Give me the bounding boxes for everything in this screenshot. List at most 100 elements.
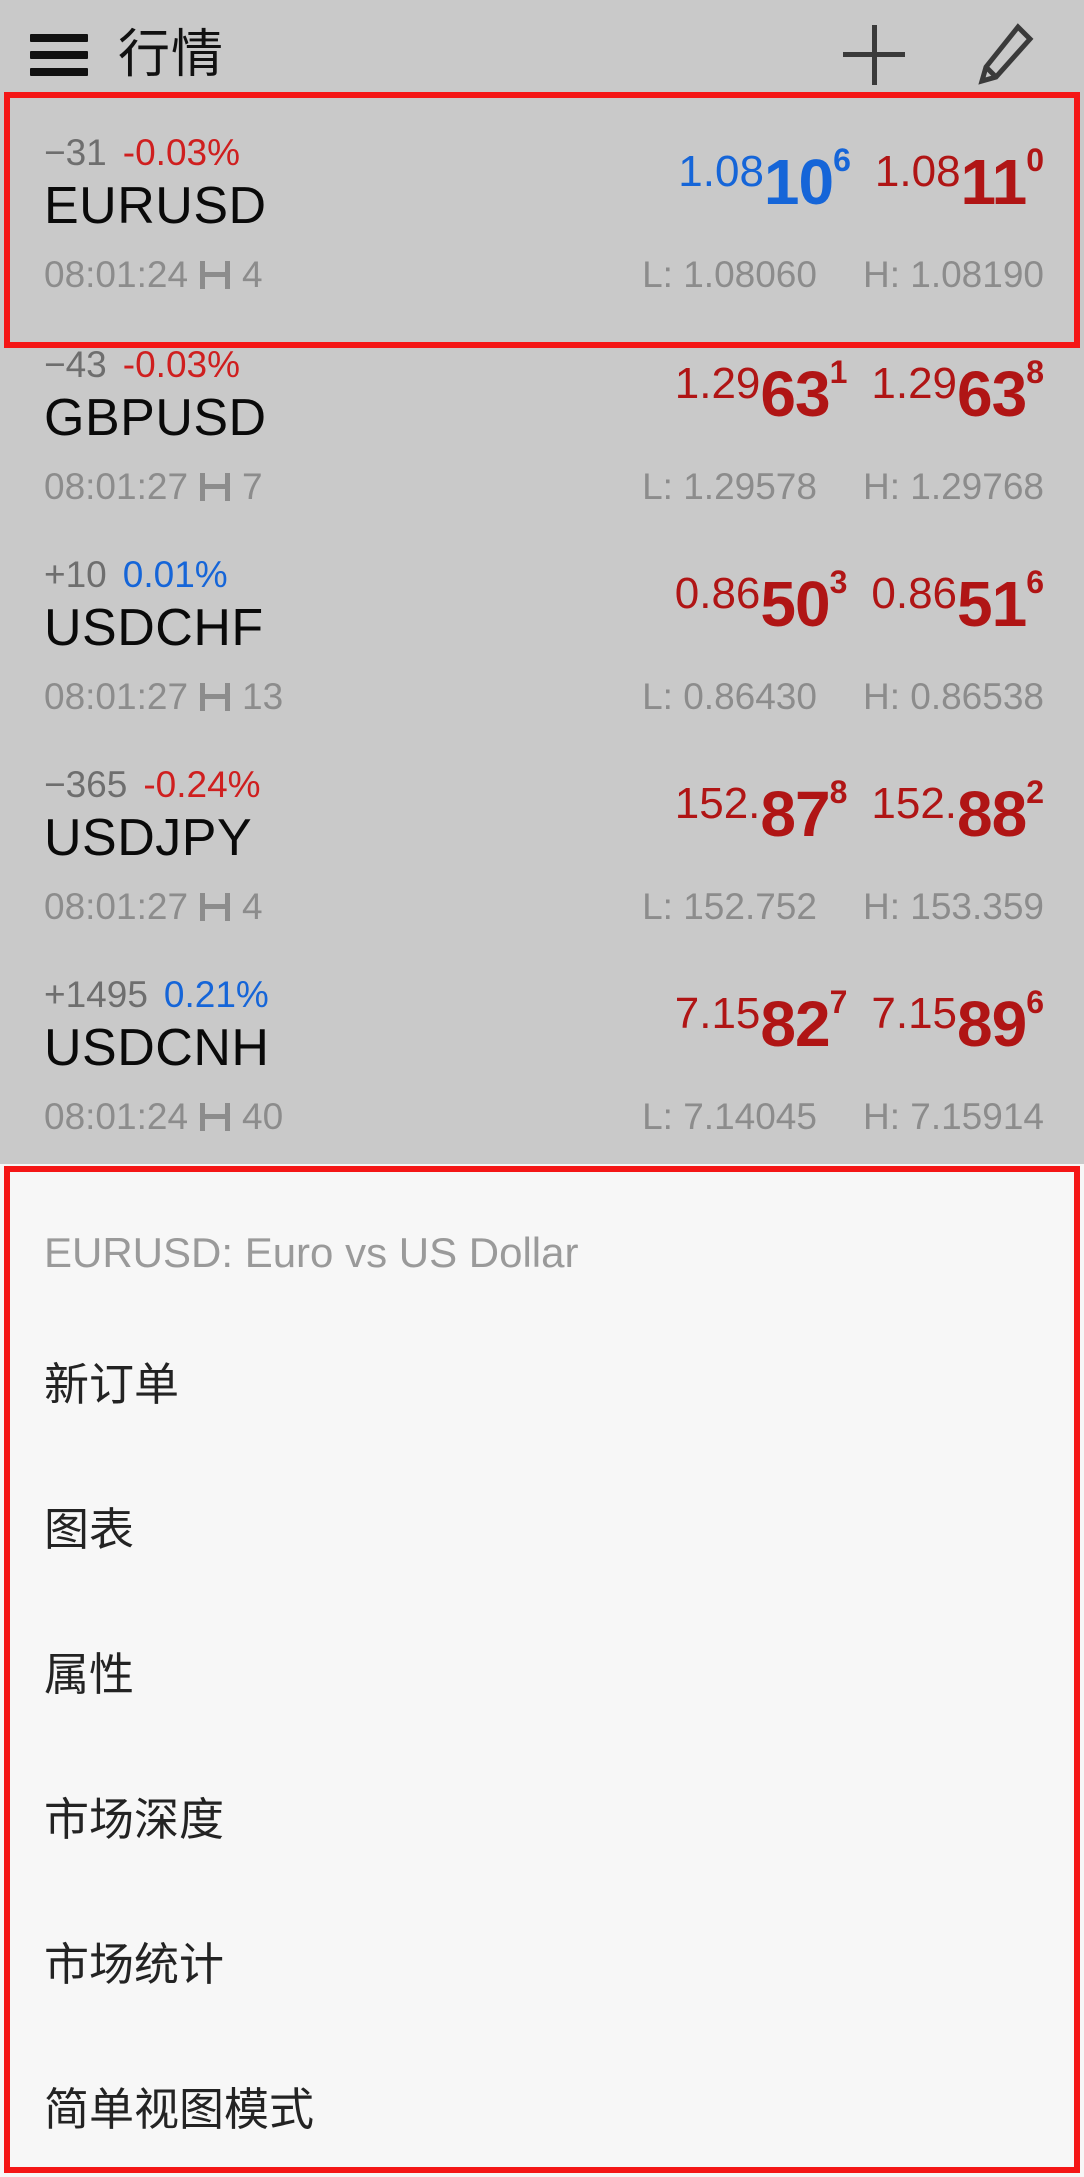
bid-price-fraction: 3 [829, 564, 848, 600]
hamburger-icon[interactable] [30, 34, 88, 76]
quote-main-line: USDCNH 7.15 82 7 7.15 89 6 [44, 986, 1044, 1092]
spread-icon [200, 1103, 231, 1131]
bid-price-fraction: 8 [829, 774, 848, 810]
quote-change-points: +10 [44, 554, 107, 595]
quote-list[interactable]: −31 -0.03% EURUSD 1.08 10 6 1.08 11 0 08:01:… [0, 110, 1084, 1170]
quote-high: H: 0.86538 [862, 676, 1044, 717]
ask-price-fraction: 6 [1026, 564, 1044, 600]
hamburger-bar [30, 51, 88, 59]
quote-change-percent: -0.03% [122, 344, 240, 385]
bid-price-big: 87 [760, 778, 830, 850]
quote-main-line: USDJPY 152. 87 8 152. 88 2 [44, 776, 1044, 882]
quote-high: H: 1.08190 [862, 254, 1044, 295]
quote-prices: 0.86 50 3 0.86 51 6 [674, 566, 1044, 640]
quote-low-high: L: 7.14045 H: 7.15914 [642, 1096, 1044, 1138]
quote-meta-line: 08:01:24 4 L: 1.08060 H: 1.08190 [44, 254, 1044, 308]
context-menu-title: EURUSD: Euro vs US Dollar [44, 1229, 579, 1276]
ask-price-lead: 7.15 [871, 989, 958, 1038]
menu-item-properties[interactable]: 属性 [0, 1598, 1084, 1743]
ask-price-fraction: 6 [1026, 984, 1044, 1020]
quote-row[interactable]: −43 -0.03% GBPUSD 1.29 63 1 1.29 63 8 08:01:… [0, 322, 1084, 532]
quote-low: L: 1.08060 [642, 254, 817, 295]
bid-price-lead: 1.08 [678, 147, 764, 196]
quote-change-percent: 0.21% [163, 974, 269, 1015]
ask-price-lead: 1.08 [874, 147, 961, 196]
bid-price: 7.15 82 7 [674, 986, 848, 1060]
quote-low-high: L: 0.86430 H: 0.86538 [642, 676, 1044, 718]
quote-time: 08:01:27 [44, 676, 189, 717]
quote-prices: 7.15 82 7 7.15 89 6 [674, 986, 1044, 1060]
symbol-context-menu: EURUSD: Euro vs US Dollar 新订单 图表 属性 市场深度… [0, 1164, 1084, 2177]
plus-icon[interactable] [842, 23, 906, 87]
pencil-glyph [978, 23, 1034, 85]
ask-price: 0.86 51 6 [871, 566, 1044, 636]
quote-low: L: 152.752 [642, 886, 817, 927]
ask-price-lead: 1.29 [871, 359, 958, 408]
ask-price-big: 11 [960, 146, 1028, 218]
menu-item-market-statistics[interactable]: 市场统计 [0, 1888, 1084, 2033]
quote-low: L: 7.14045 [642, 1096, 817, 1137]
bid-price-fraction: 1 [829, 354, 848, 390]
quote-row[interactable]: −31 -0.03% EURUSD 1.08 10 6 1.08 11 0 08:01:… [0, 110, 1084, 322]
quote-meta-line: 08:01:24 40 L: 7.14045 H: 7.15914 [44, 1096, 1044, 1150]
quote-main-line: GBPUSD 1.29 63 1 1.29 63 8 [44, 356, 1044, 462]
context-menu-items: 新订单 图表 属性 市场深度 市场统计 简单视图模式 [0, 1308, 1084, 2177]
menu-item-new-order[interactable]: 新订单 [0, 1308, 1084, 1453]
quote-row[interactable]: −365 -0.24% USDJPY 152. 87 8 152. 88 2 08:01… [0, 742, 1084, 952]
quote-low-high: L: 1.08060 H: 1.08190 [642, 254, 1044, 296]
quote-low-high: L: 152.752 H: 153.359 [642, 886, 1044, 928]
quote-spread: 4 [242, 254, 263, 295]
bid-price-big: 63 [760, 358, 830, 430]
bid-price-lead: 0.86 [674, 569, 761, 618]
hamburger-bar [30, 68, 88, 76]
bid-price-big: 50 [760, 568, 830, 640]
quote-high: H: 153.359 [862, 886, 1044, 927]
quote-time: 08:01:24 [44, 1096, 189, 1137]
ask-price: 7.15 89 6 [871, 986, 1044, 1060]
page-title: 行情 [118, 26, 225, 84]
quote-high: H: 1.29768 [862, 466, 1044, 507]
ask-price-big: 89 [957, 988, 1027, 1060]
quote-row[interactable]: +1495 0.21% USDCNH 7.15 82 7 7.15 89 6 08:01… [0, 952, 1084, 1162]
quote-symbol: USDCHF [44, 599, 264, 657]
quote-change-percent: -0.03% [122, 132, 240, 173]
quote-change-points: −365 [44, 764, 128, 805]
ask-price: 1.29 63 8 [871, 356, 1044, 430]
menu-item-chart[interactable]: 图表 [0, 1453, 1084, 1598]
quote-high: H: 7.15914 [862, 1096, 1044, 1137]
quote-spread: 4 [242, 886, 263, 927]
pencil-icon[interactable] [972, 23, 1036, 87]
bid-price-big: 82 [760, 988, 830, 1060]
bid-price-fraction: 6 [833, 142, 851, 178]
bid-price: 1.08 10 6 [678, 144, 851, 218]
menu-item-simple-view-mode[interactable]: 简单视图模式 [0, 2033, 1084, 2177]
bid-price-lead: 7.15 [674, 989, 761, 1038]
quote-prices: 1.29 63 1 1.29 63 8 [675, 356, 1044, 430]
quote-prices: 1.08 10 6 1.08 11 0 [678, 144, 1044, 218]
market-watch-screen: 行情 −31 -0.03% EURUSD 1.08 10 6 1.08 11 0… [0, 0, 1084, 2177]
quote-low-high: L: 1.29578 H: 1.29768 [642, 466, 1044, 508]
ask-price-fraction: 0 [1026, 142, 1044, 178]
bid-price: 0.86 50 3 [674, 566, 848, 640]
quote-symbol: EURUSD [44, 177, 267, 235]
quote-main-line: EURUSD 1.08 10 6 1.08 11 0 [44, 144, 1044, 250]
quote-time: 08:01:27 [44, 466, 189, 507]
bid-price-big: 10 [763, 146, 834, 218]
quote-change-percent: -0.24% [143, 764, 261, 805]
ask-price-big: 63 [957, 358, 1027, 430]
quote-change-points: +1495 [44, 974, 148, 1015]
quote-meta-line: 08:01:27 13 L: 0.86430 H: 0.86538 [44, 676, 1044, 730]
menu-item-market-depth[interactable]: 市场深度 [0, 1743, 1084, 1888]
spread-icon [200, 683, 231, 711]
quote-symbol: GBPUSD [44, 389, 267, 447]
bid-price: 152. 87 8 [675, 776, 848, 850]
quote-spread: 40 [242, 1096, 284, 1137]
hamburger-bar [30, 34, 88, 42]
quote-row[interactable]: +10 0.01% USDCHF 0.86 50 3 0.86 51 6 08:01:2… [0, 532, 1084, 742]
quote-prices: 152. 87 8 152. 88 2 [675, 776, 1044, 850]
quote-spread: 13 [242, 676, 284, 717]
quote-meta-line: 08:01:27 4 L: 152.752 H: 153.359 [44, 886, 1044, 940]
quote-symbol: USDJPY [44, 809, 253, 867]
ask-price: 152. 88 2 [871, 776, 1044, 846]
quote-change-percent: 0.01% [122, 554, 228, 595]
